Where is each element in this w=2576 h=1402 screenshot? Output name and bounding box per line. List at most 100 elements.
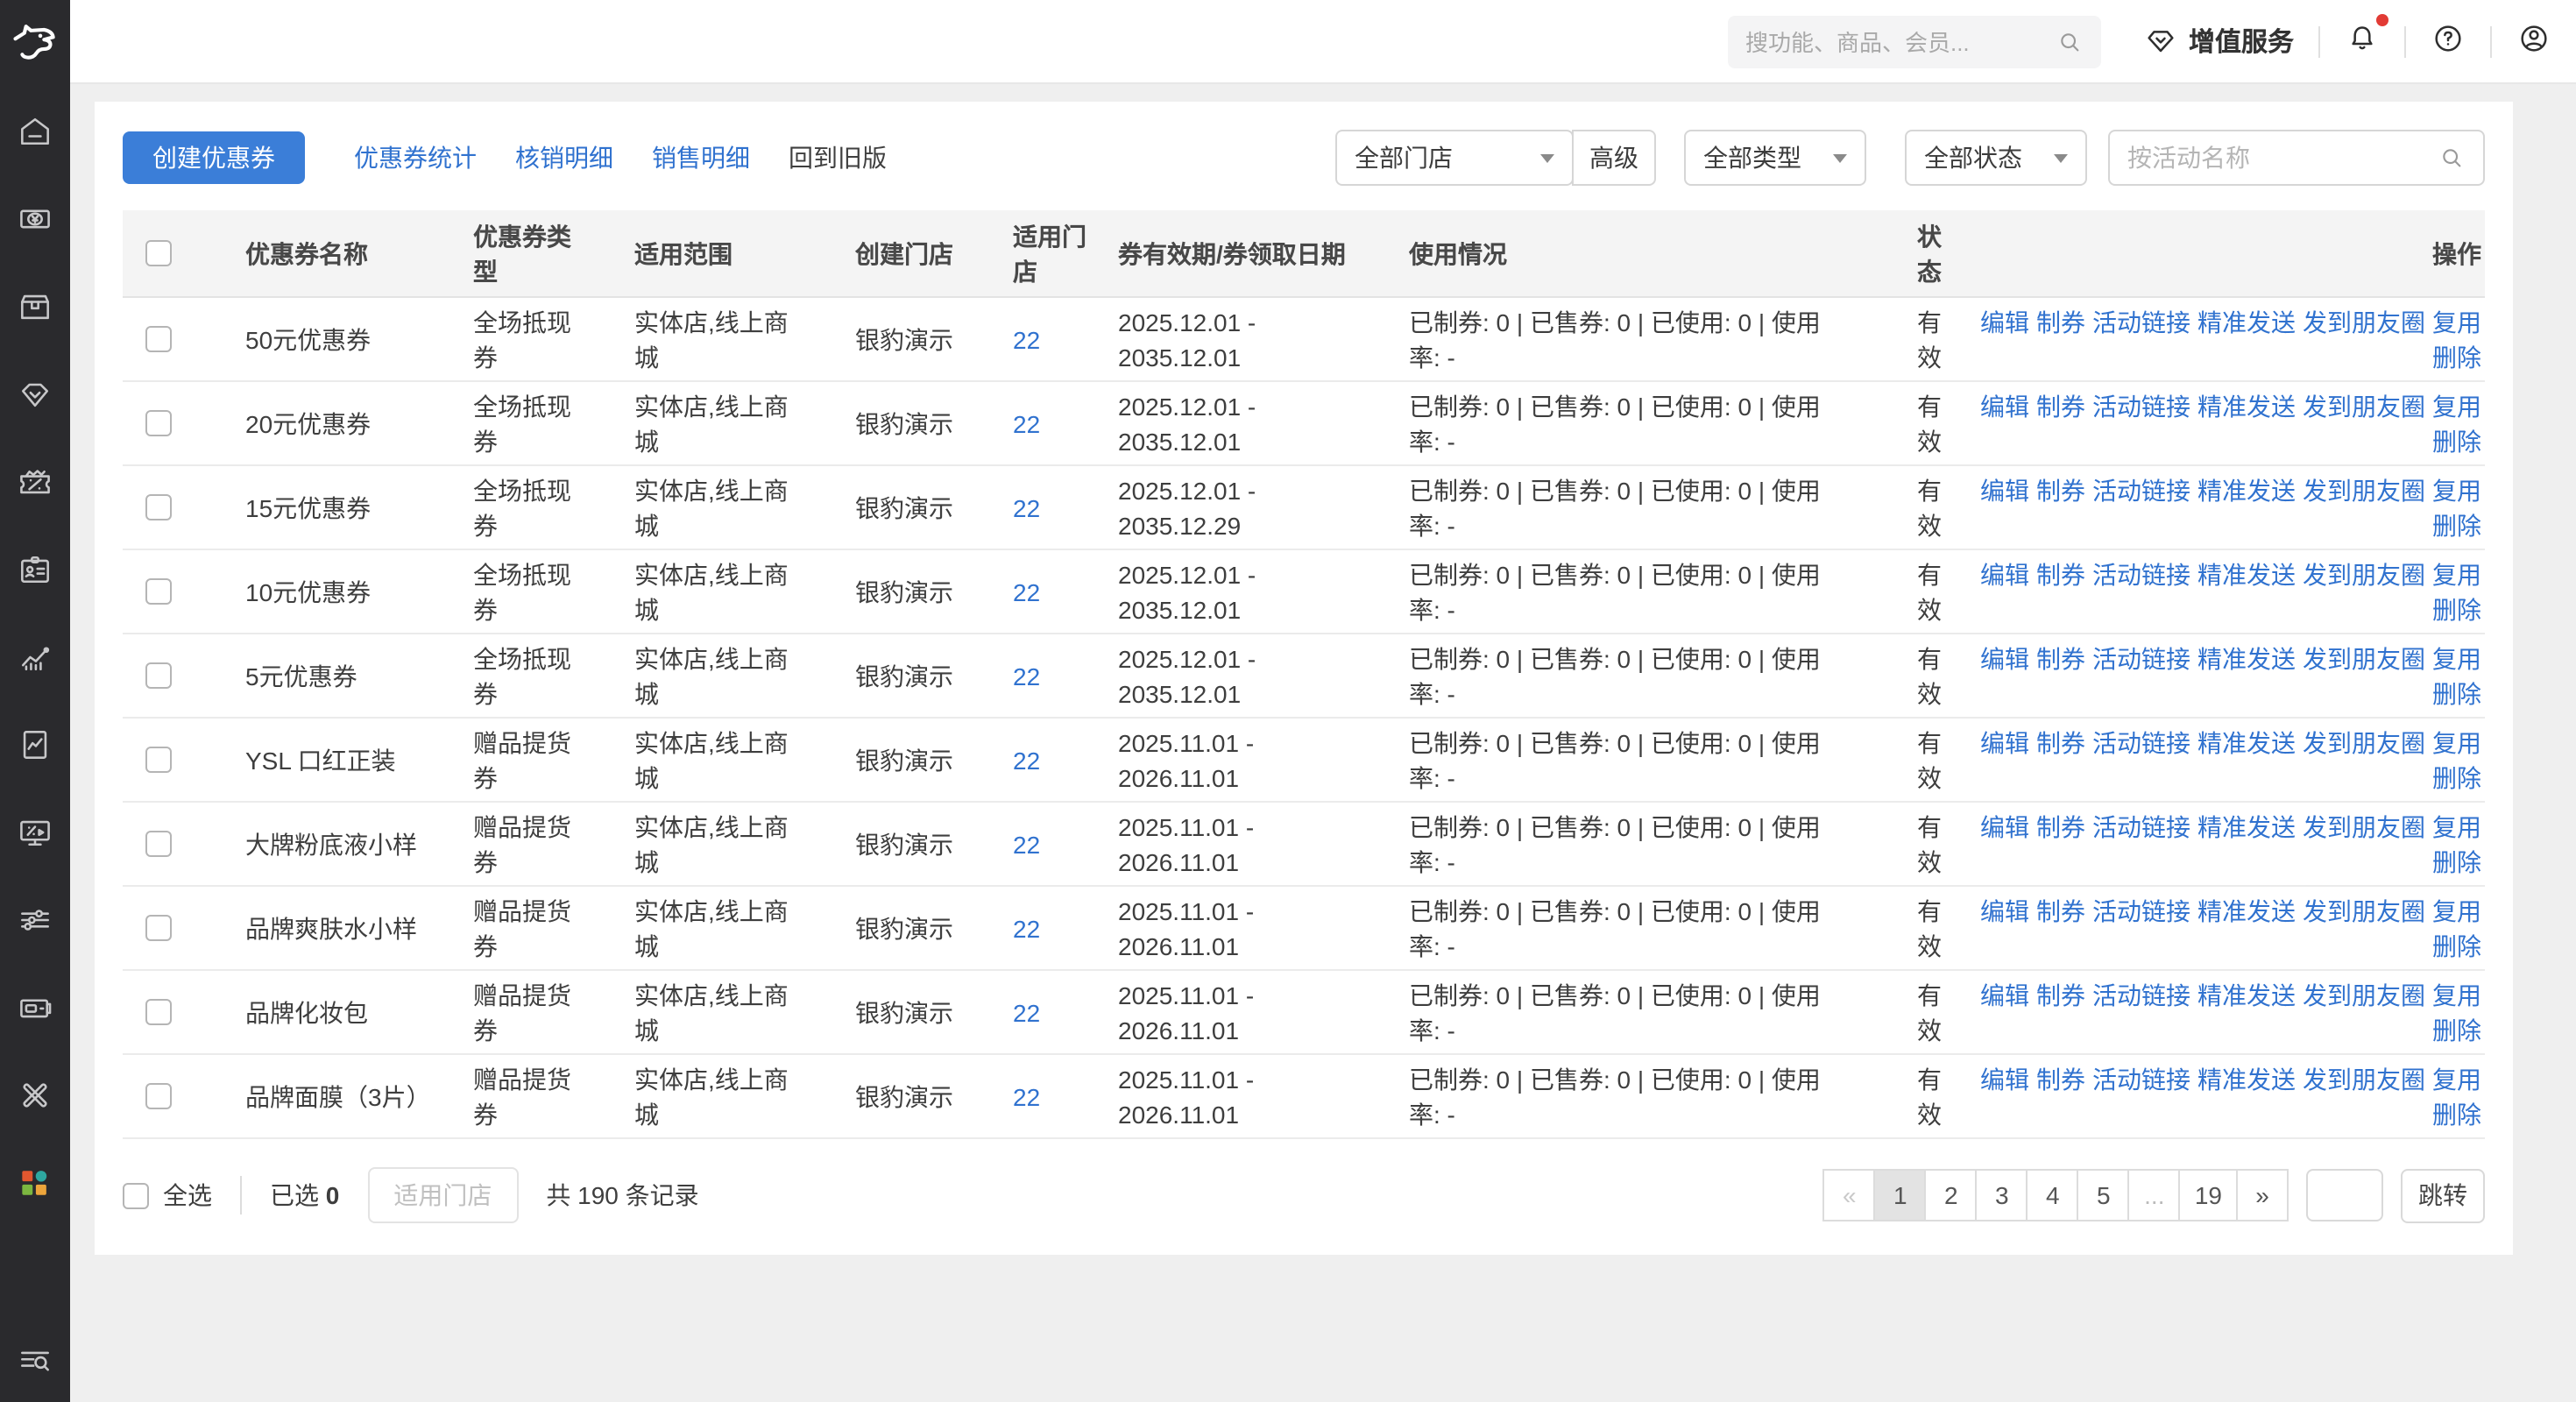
type-filter-select[interactable]: 全部类型 [1684, 130, 1866, 186]
action-make-coupon-link[interactable]: 制券 [2036, 641, 2085, 676]
action-precise-send-link[interactable]: 精准发送 [2197, 893, 2296, 928]
action-make-coupon-link[interactable]: 制券 [2036, 304, 2085, 339]
status-filter-select[interactable]: 全部状态 [1905, 130, 2087, 186]
sidebar-item-app-center[interactable] [16, 1164, 54, 1202]
action-edit-link[interactable]: 编辑 [1980, 472, 2029, 507]
action-copy-link[interactable]: 复用 [2432, 809, 2481, 844]
action-delete-link[interactable]: 删除 [2432, 676, 2481, 711]
row-checkbox[interactable] [145, 999, 171, 1025]
redeem-detail-link[interactable]: 核销明细 [515, 140, 613, 175]
action-make-coupon-link[interactable]: 制券 [2036, 388, 2085, 423]
header-checkbox[interactable] [145, 240, 171, 266]
action-make-coupon-link[interactable]: 制券 [2036, 725, 2085, 760]
sidebar-item-marketing[interactable] [16, 463, 54, 501]
action-copy-link[interactable]: 复用 [2432, 641, 2481, 676]
action-activity-link-link[interactable]: 活动链接 [2092, 388, 2190, 423]
stores-count-link[interactable]: 22 [1013, 493, 1040, 521]
page-next-button[interactable]: » [2236, 1169, 2289, 1221]
sidebar-item-settings[interactable] [16, 901, 54, 939]
applicable-stores-button[interactable]: 适用门店 [367, 1167, 518, 1223]
row-checkbox[interactable] [145, 326, 171, 352]
action-make-coupon-link[interactable]: 制券 [2036, 1061, 2085, 1096]
action-activity-link-link[interactable]: 活动链接 [2092, 472, 2190, 507]
value-added-services-button[interactable]: 增值服务 [2143, 23, 2294, 60]
action-precise-send-link[interactable]: 精准发送 [2197, 388, 2296, 423]
row-checkbox[interactable] [145, 1083, 171, 1109]
page-jump-input[interactable] [2306, 1169, 2383, 1221]
row-checkbox[interactable] [145, 662, 171, 689]
action-edit-link[interactable]: 编辑 [1980, 1061, 2029, 1096]
action-copy-link[interactable]: 复用 [2432, 1061, 2481, 1096]
action-activity-link-link[interactable]: 活动链接 [2092, 725, 2190, 760]
action-activity-link-link[interactable]: 活动链接 [2092, 304, 2190, 339]
action-delete-link[interactable]: 删除 [2432, 339, 2481, 374]
action-share-moments-link[interactable]: 发到朋友圈 [2303, 809, 2425, 844]
sidebar-item-cashbox[interactable] [16, 988, 54, 1027]
page-5-button[interactable]: 5 [2077, 1169, 2130, 1221]
action-copy-link[interactable]: 复用 [2432, 977, 2481, 1012]
action-delete-link[interactable]: 删除 [2432, 1096, 2481, 1131]
sidebar-item-membership[interactable] [16, 375, 54, 414]
stores-count-link[interactable]: 22 [1013, 746, 1040, 774]
action-delete-link[interactable]: 删除 [2432, 760, 2481, 795]
action-share-moments-link[interactable]: 发到朋友圈 [2303, 977, 2425, 1012]
action-precise-send-link[interactable]: 精准发送 [2197, 641, 2296, 676]
action-make-coupon-link[interactable]: 制券 [2036, 809, 2085, 844]
action-share-moments-link[interactable]: 发到朋友圈 [2303, 556, 2425, 591]
action-share-moments-link[interactable]: 发到朋友圈 [2303, 725, 2425, 760]
sidebar-item-cash[interactable] [16, 200, 54, 238]
stores-count-link[interactable]: 22 [1013, 325, 1040, 353]
action-share-moments-link[interactable]: 发到朋友圈 [2303, 893, 2425, 928]
action-share-moments-link[interactable]: 发到朋友圈 [2303, 641, 2425, 676]
action-make-coupon-link[interactable]: 制券 [2036, 472, 2085, 507]
stores-count-link[interactable]: 22 [1013, 998, 1040, 1026]
action-edit-link[interactable]: 编辑 [1980, 893, 2029, 928]
action-edit-link[interactable]: 编辑 [1980, 304, 2029, 339]
action-edit-link[interactable]: 编辑 [1980, 388, 2029, 423]
sidebar-item-home[interactable] [16, 112, 54, 151]
advanced-filter-button[interactable]: 高级 [1572, 130, 1656, 186]
page-3-button[interactable]: 3 [1976, 1169, 2028, 1221]
stores-count-link[interactable]: 22 [1013, 830, 1040, 858]
action-precise-send-link[interactable]: 精准发送 [2197, 809, 2296, 844]
row-checkbox[interactable] [145, 831, 171, 857]
row-checkbox[interactable] [145, 578, 171, 605]
row-checkbox[interactable] [145, 747, 171, 773]
action-copy-link[interactable]: 复用 [2432, 556, 2481, 591]
stores-count-link[interactable]: 22 [1013, 1082, 1040, 1110]
action-make-coupon-link[interactable]: 制券 [2036, 977, 2085, 1012]
action-edit-link[interactable]: 编辑 [1980, 556, 2029, 591]
action-delete-link[interactable]: 删除 [2432, 591, 2481, 627]
activity-search-input[interactable]: 按活动名称 [2108, 130, 2485, 186]
action-precise-send-link[interactable]: 精准发送 [2197, 472, 2296, 507]
sidebar-item-tools[interactable] [16, 1076, 54, 1115]
page-prev-button[interactable]: « [1823, 1169, 1876, 1221]
page-19-button[interactable]: 19 [2179, 1169, 2238, 1221]
action-precise-send-link[interactable]: 精准发送 [2197, 304, 2296, 339]
action-activity-link-link[interactable]: 活动链接 [2092, 641, 2190, 676]
action-delete-link[interactable]: 删除 [2432, 928, 2481, 963]
select-all-checkbox[interactable] [123, 1182, 149, 1208]
action-copy-link[interactable]: 复用 [2432, 388, 2481, 423]
action-delete-link[interactable]: 删除 [2432, 423, 2481, 458]
stores-count-link[interactable]: 22 [1013, 662, 1040, 690]
action-precise-send-link[interactable]: 精准发送 [2197, 1061, 2296, 1096]
action-copy-link[interactable]: 复用 [2432, 304, 2481, 339]
sidebar-item-statistics[interactable] [16, 638, 54, 676]
action-activity-link-link[interactable]: 活动链接 [2092, 809, 2190, 844]
coupon-stats-link[interactable]: 优惠券统计 [354, 140, 477, 175]
action-edit-link[interactable]: 编辑 [1980, 641, 2029, 676]
action-delete-link[interactable]: 删除 [2432, 844, 2481, 879]
action-activity-link-link[interactable]: 活动链接 [2092, 893, 2190, 928]
action-precise-send-link[interactable]: 精准发送 [2197, 556, 2296, 591]
row-checkbox[interactable] [145, 410, 171, 436]
action-edit-link[interactable]: 编辑 [1980, 725, 2029, 760]
sales-detail-link[interactable]: 销售明细 [652, 140, 750, 175]
action-copy-link[interactable]: 复用 [2432, 725, 2481, 760]
notifications-button[interactable] [2345, 21, 2380, 61]
action-share-moments-link[interactable]: 发到朋友圈 [2303, 388, 2425, 423]
action-share-moments-link[interactable]: 发到朋友圈 [2303, 304, 2425, 339]
store-filter-select[interactable]: 全部门店 [1335, 130, 1574, 186]
action-copy-link[interactable]: 复用 [2432, 893, 2481, 928]
action-share-moments-link[interactable]: 发到朋友圈 [2303, 1061, 2425, 1096]
